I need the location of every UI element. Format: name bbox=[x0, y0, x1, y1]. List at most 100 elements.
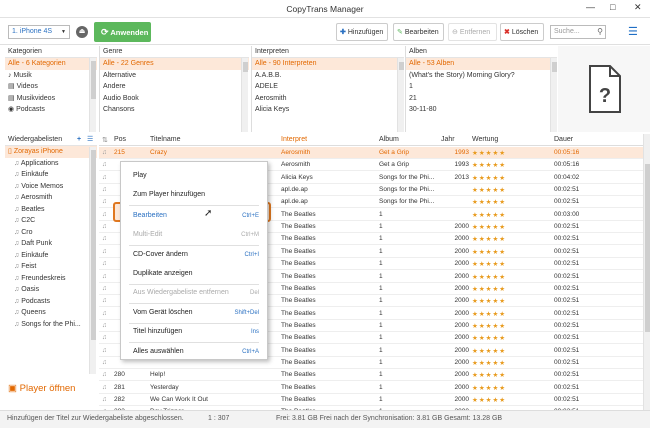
playlist-item[interactable]: ♫ C2C bbox=[5, 215, 97, 227]
track-rating-stars[interactable]: ★★★★★ bbox=[472, 186, 506, 194]
playlist-item[interactable]: ♫ Cro bbox=[5, 227, 97, 239]
track-row[interactable]: ♫ 281 Yesterday The Beatles 1 2000 00:02:51 ★★★… bbox=[99, 382, 643, 394]
track-rating-stars[interactable]: ★★★★★ bbox=[472, 149, 506, 157]
playlist-item[interactable]: ♫ Feist bbox=[5, 261, 97, 273]
genre-item[interactable]: Andere bbox=[100, 81, 249, 93]
track-rating-stars[interactable]: ★★★★★ bbox=[472, 223, 506, 231]
close-button[interactable]: ✕ bbox=[634, 2, 642, 13]
col-rating[interactable]: Wertung bbox=[472, 136, 498, 143]
genre-item[interactable]: Alternative bbox=[100, 70, 249, 82]
playlists-scrollbar[interactable] bbox=[89, 147, 96, 374]
playlist-item[interactable]: ♫ Oasis bbox=[5, 284, 97, 296]
add-playlist-icon[interactable]: + bbox=[77, 134, 81, 146]
track-rating-stars[interactable]: ★★★★★ bbox=[472, 161, 506, 169]
context-menu-item[interactable]: Vom Gerät löschen bbox=[133, 309, 193, 316]
context-menu-item[interactable]: Aus Wiedergabeliste entfernen bbox=[133, 289, 229, 296]
track-rating-stars[interactable]: ★★★★★ bbox=[472, 248, 506, 256]
track-rating-stars[interactable]: ★★★★★ bbox=[472, 297, 506, 305]
eject-icon[interactable]: ⏏ bbox=[76, 26, 88, 38]
playlist-item[interactable]: ♫ Freundeskreis bbox=[5, 273, 97, 285]
playlist-item[interactable]: ♫ Podcasts bbox=[5, 296, 97, 308]
context-menu-item[interactable]: Zum Player hinzufügen bbox=[133, 191, 205, 198]
track-row[interactable]: ♫ 215 Crazy Aerosmith Get a Grip 1993 00:05:16… bbox=[99, 147, 643, 159]
playlist-item[interactable]: ♫ Daft Punk bbox=[5, 238, 97, 250]
col-title[interactable]: Titelname bbox=[150, 136, 180, 143]
track-rating-stars[interactable]: ★★★★★ bbox=[472, 310, 506, 318]
playlist-item[interactable]: ♫ Queens bbox=[5, 307, 97, 319]
albums-scrollbar[interactable] bbox=[550, 58, 557, 132]
category-item[interactable]: ♪ Musik bbox=[5, 70, 97, 82]
track-row[interactable]: ♫ 280 Help! The Beatles 1 2000 00:02:51 ★★★★★ bbox=[99, 369, 643, 382]
category-item[interactable]: ▤ Videos bbox=[5, 81, 97, 93]
playlist-item[interactable]: ♫ Voice Memos bbox=[5, 181, 97, 193]
col-album[interactable]: Album bbox=[379, 136, 399, 143]
track-rating-stars[interactable]: ★★★★★ bbox=[472, 174, 506, 182]
playlist-device[interactable]: ▯ Zorayas iPhone bbox=[5, 146, 97, 158]
track-rating-stars[interactable]: ★★★★★ bbox=[472, 260, 506, 268]
genre-item[interactable]: Audio Book bbox=[100, 93, 249, 105]
minimize-button[interactable]: — bbox=[586, 2, 595, 12]
track-rating-stars[interactable]: ★★★★★ bbox=[472, 235, 506, 243]
playlist-item[interactable]: ♫ Einkäufe bbox=[5, 250, 97, 262]
playlist-item[interactable]: ♫ Applications bbox=[5, 158, 97, 170]
playlist-item[interactable]: ♫ Songs for the Phi... bbox=[5, 319, 97, 331]
track-rating-stars[interactable]: ★★★★★ bbox=[472, 359, 506, 367]
col-pos[interactable]: Pos bbox=[114, 136, 126, 143]
context-menu-item[interactable]: Duplikate anzeigen bbox=[133, 270, 193, 277]
col-artist[interactable]: Interpret bbox=[281, 136, 307, 143]
genre-item[interactable]: Chansons bbox=[100, 104, 249, 116]
artist-item[interactable]: Alicia Keys bbox=[252, 104, 404, 116]
track-rating-stars[interactable]: ★★★★★ bbox=[472, 211, 506, 219]
add-button[interactable]: ✚ Hinzufügen bbox=[336, 23, 388, 41]
category-item[interactable]: Alle - 6 Kategorien bbox=[5, 58, 97, 70]
maximize-button[interactable]: □ bbox=[610, 2, 615, 12]
categories-scrollbar[interactable] bbox=[89, 58, 96, 132]
sort-icon[interactable]: ⇅ bbox=[102, 136, 108, 144]
context-menu-item[interactable]: Alles auswählen bbox=[133, 348, 184, 355]
context-menu-item[interactable]: CD-Cover ändern bbox=[133, 251, 188, 258]
artists-scrollbar[interactable] bbox=[397, 58, 404, 132]
col-duration[interactable]: Dauer bbox=[554, 136, 573, 143]
playlist-item[interactable]: ♫ Aerosmith bbox=[5, 192, 97, 204]
track-rating-stars[interactable]: ★★★★★ bbox=[472, 334, 506, 342]
search-input[interactable]: Suche... ⚲ bbox=[550, 25, 606, 39]
artist-item[interactable]: ADELE bbox=[252, 81, 404, 93]
track-rating-stars[interactable]: ★★★★★ bbox=[472, 396, 506, 404]
track-rating-stars[interactable]: ★★★★★ bbox=[472, 285, 506, 293]
track-rating-stars[interactable]: ★★★★★ bbox=[472, 371, 506, 379]
edit-button[interactable]: ✎ Bearbeiten bbox=[393, 23, 444, 41]
artist-item[interactable]: A.A.B.B. bbox=[252, 70, 404, 82]
album-cover[interactable]: ? bbox=[558, 46, 650, 132]
settings-icon[interactable]: ☰ bbox=[87, 134, 93, 146]
tracks-scrollbar[interactable] bbox=[643, 134, 650, 410]
track-rating-stars[interactable]: ★★★★★ bbox=[472, 273, 506, 281]
playlist-item[interactable]: ♫ Beatles bbox=[5, 204, 97, 216]
track-row[interactable]: ♫ 282 We Can Work It Out The Beatles 1 2000 00… bbox=[99, 394, 643, 406]
context-menu-item[interactable]: Titel hinzufügen bbox=[133, 328, 182, 335]
artist-item[interactable]: Aerosmith bbox=[252, 93, 404, 105]
playlist-item[interactable]: ♫ Einkäufe bbox=[5, 169, 97, 181]
context-menu-item[interactable]: Multi-Edit bbox=[133, 231, 162, 238]
album-item[interactable]: 1 bbox=[406, 81, 557, 93]
device-select[interactable]: 1. iPhone 4S ▼ bbox=[8, 25, 70, 39]
genre-item[interactable]: Alle - 22 Genres bbox=[100, 58, 249, 70]
artist-item[interactable]: Alle - 90 Interpreten bbox=[252, 58, 404, 70]
track-rating-stars[interactable]: ★★★★★ bbox=[472, 198, 506, 206]
category-item[interactable]: ▤ Musikvideos bbox=[5, 93, 97, 105]
remove-button[interactable]: ⊖ Entfernen bbox=[448, 23, 497, 41]
apply-button[interactable]: ⟳ Anwenden bbox=[94, 22, 151, 42]
track-rating-stars[interactable]: ★★★★★ bbox=[472, 384, 506, 392]
genre-scrollbar[interactable] bbox=[241, 58, 248, 132]
album-item[interactable]: (What's the Story) Morning Glory? bbox=[406, 70, 557, 82]
album-item[interactable]: 21 bbox=[406, 93, 557, 105]
album-item[interactable]: 30-11-80 bbox=[406, 104, 557, 116]
col-year[interactable]: Jahr bbox=[441, 136, 455, 143]
category-item[interactable]: ◉ Podcasts bbox=[5, 104, 97, 116]
track-rating-stars[interactable]: ★★★★★ bbox=[472, 322, 506, 330]
context-menu-item[interactable]: Bearbeiten bbox=[133, 212, 167, 219]
context-menu-item[interactable]: Play bbox=[133, 172, 147, 179]
track-rating-stars[interactable]: ★★★★★ bbox=[472, 347, 506, 355]
delete-button[interactable]: ✖ Löschen bbox=[500, 23, 544, 41]
hamburger-menu-icon[interactable]: ☰ bbox=[628, 25, 638, 38]
album-item[interactable]: Alle - 53 Alben bbox=[406, 58, 557, 70]
